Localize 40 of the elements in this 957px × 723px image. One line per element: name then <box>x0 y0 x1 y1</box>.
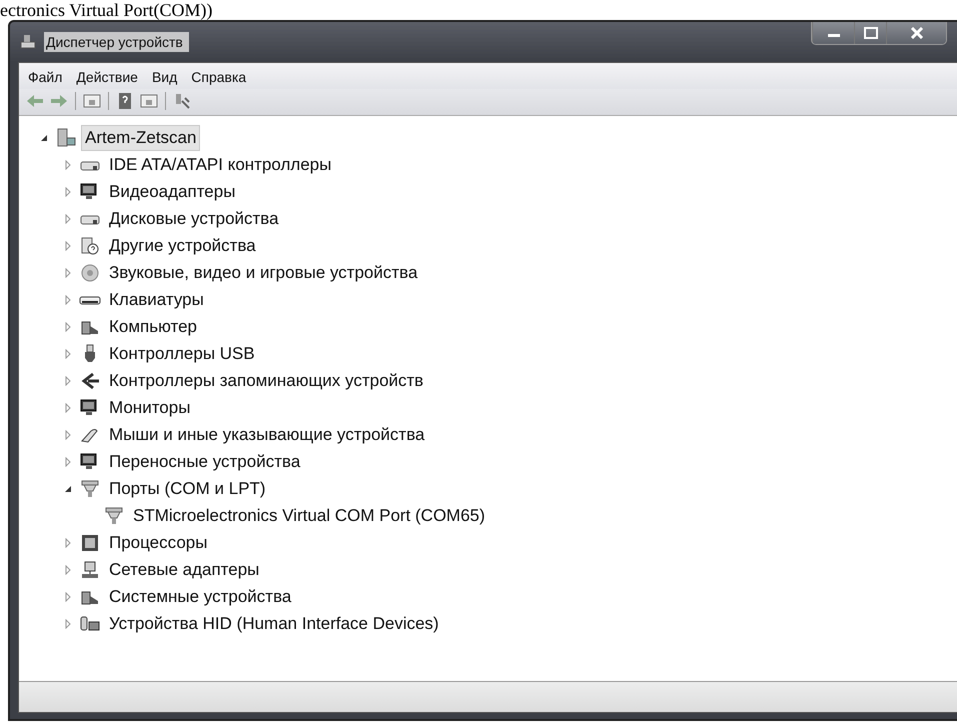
processor-icon <box>79 532 101 552</box>
tree-item[interactable]: Системные устройства <box>105 584 296 610</box>
storage-controller-icon <box>79 370 101 390</box>
tree-item[interactable]: Переносные устройства <box>105 448 304 474</box>
close-button[interactable] <box>886 22 946 44</box>
tree-item[interactable]: Процессоры <box>105 530 212 556</box>
close-icon <box>910 27 924 39</box>
menu-item[interactable]: Действие <box>71 67 143 87</box>
tree-item[interactable]: Мониторы <box>105 394 194 420</box>
window-title: Диспетчер устройств <box>44 32 189 52</box>
input-device-icon <box>79 614 101 634</box>
tree-item[interactable]: Клавиатуры <box>105 286 208 312</box>
tree-item[interactable]: Мыши и иные указывающие устройства <box>105 422 429 448</box>
port-connector-icon <box>79 478 101 498</box>
speaker-icon <box>79 262 101 282</box>
tree-item[interactable]: Устройства HID (Human Interface Devices) <box>105 610 443 636</box>
tree-item[interactable]: Компьютер <box>105 314 201 340</box>
network-icon <box>79 560 101 580</box>
computer-icon <box>55 128 77 148</box>
tree-item[interactable]: STMicroelectronics Virtual COM Port (COM65) <box>129 502 490 528</box>
document-caption: ectronics Virtual Port(COM)) <box>0 0 213 20</box>
minimize-button[interactable] <box>812 22 854 44</box>
tree-item[interactable]: Сетевые адаптеры <box>105 556 264 582</box>
tree-item[interactable]: Контроллеры USB <box>105 340 259 366</box>
tree-item[interactable]: Порты (COM и LPT) <box>105 476 270 502</box>
tree-item[interactable]: Звуковые, видео и игровые устройства <box>105 260 422 286</box>
tree-item[interactable]: Контроллеры запоминающих устройств <box>105 368 428 394</box>
menu-item[interactable]: Справка <box>186 67 252 87</box>
tree-item[interactable]: Видеоадаптеры <box>105 178 240 204</box>
tree-item[interactable]: IDE ATA/ATAPI контроллеры <box>105 152 336 178</box>
question-device-icon <box>79 236 101 256</box>
tree-item[interactable]: Artem-Zetscan <box>81 124 200 150</box>
menu-item[interactable]: Вид <box>146 67 182 87</box>
maximize-icon <box>864 27 878 39</box>
menu-item[interactable]: Файл <box>23 67 68 87</box>
device-manager-icon <box>20 33 38 51</box>
tree-item[interactable]: Дисковые устройства <box>105 206 283 232</box>
maximize-button[interactable] <box>854 22 886 44</box>
port-connector-icon <box>103 506 125 526</box>
tree-item[interactable]: Другие устройства <box>105 232 260 258</box>
